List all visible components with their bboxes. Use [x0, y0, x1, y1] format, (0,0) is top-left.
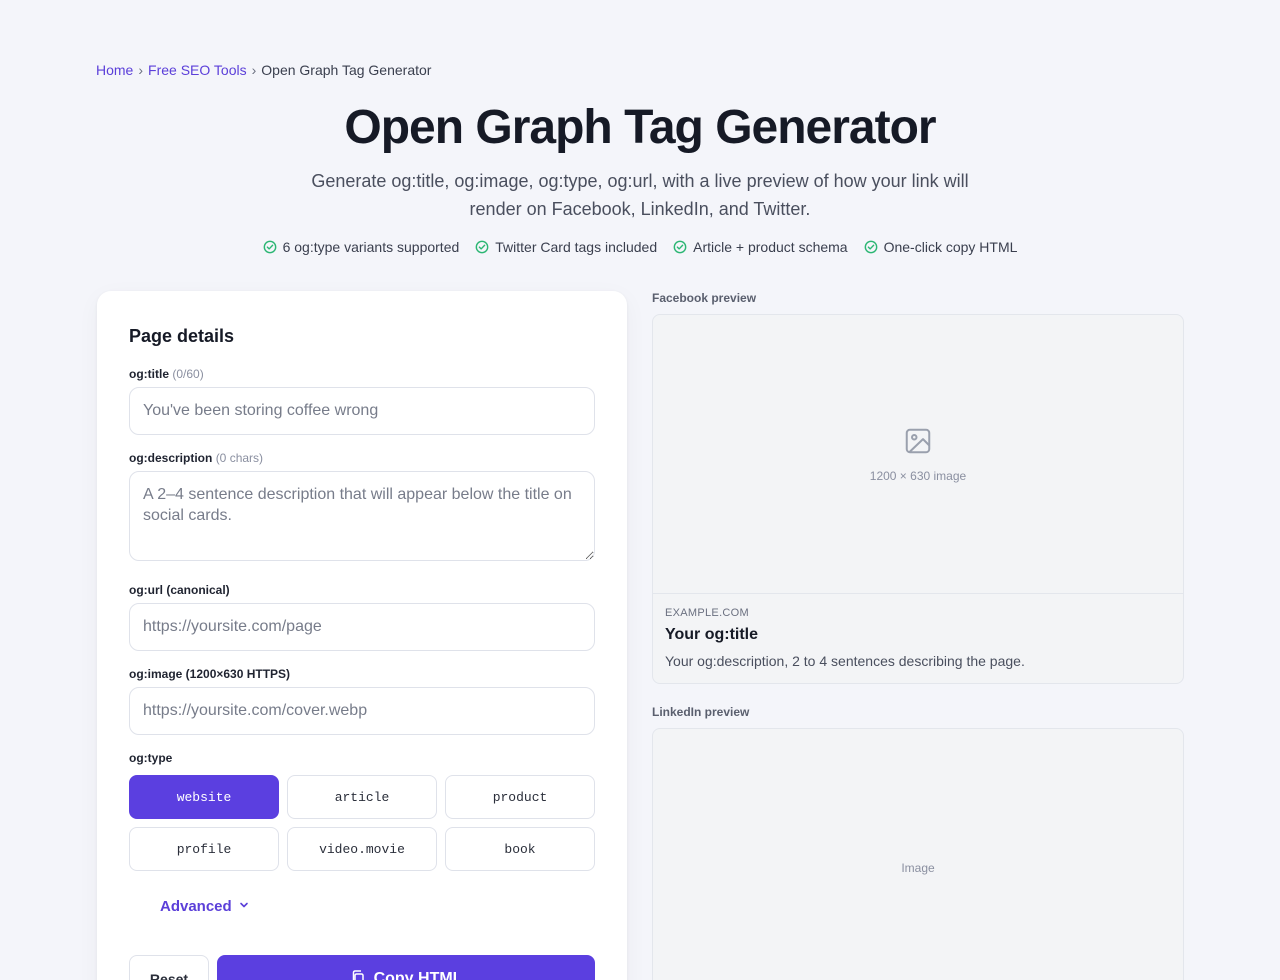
facebook-preview-card: 1200 × 630 image EXAMPLE.COM Your og:tit…: [652, 314, 1184, 684]
og-type-option-profile[interactable]: profile: [129, 827, 279, 871]
linkedin-preview-label: LinkedIn preview: [652, 705, 750, 719]
og-image-input[interactable]: [129, 687, 595, 735]
facebook-preview-image: 1200 × 630 image: [653, 315, 1183, 594]
copy-icon: [350, 969, 366, 980]
og-description-char-count: (0 chars): [215, 451, 264, 465]
og-description-textarea[interactable]: [129, 471, 595, 561]
linkedin-image-caption: Image: [901, 861, 935, 875]
og-title-char-count: (0/60): [172, 367, 204, 381]
page-title: Open Graph Tag Generator: [344, 101, 936, 154]
og-title-input[interactable]: [129, 387, 595, 435]
facebook-preview-label: Facebook preview: [652, 291, 757, 305]
og-url-label: og:url (canonical): [129, 583, 230, 597]
feature-text: Article + product schema: [693, 239, 848, 255]
facebook-preview-domain: EXAMPLE.COM: [665, 607, 749, 619]
advanced-toggle-label: Advanced: [160, 898, 232, 915]
og-type-option-video-movie[interactable]: video.movie: [287, 827, 437, 871]
og-title-label-text: og:title: [129, 367, 169, 381]
feature-item: 6 og:type variants supported: [263, 239, 460, 255]
check-circle-icon: [864, 240, 878, 254]
og-title-label: og:title (0/60): [129, 367, 204, 381]
feature-list: 6 og:type variants supported Twitter Car…: [0, 239, 1280, 255]
breadcrumb: Home › Free SEO Tools › Open Graph Tag G…: [96, 62, 431, 78]
og-type-option-book[interactable]: book: [445, 827, 595, 871]
linkedin-preview-card: Image: [652, 728, 1184, 980]
og-type-option-product[interactable]: product: [445, 775, 595, 819]
image-placeholder-icon: [903, 426, 933, 461]
breadcrumb-separator: ›: [251, 62, 257, 78]
facebook-preview-description: Your og:description, 2 to 4 sentences de…: [665, 653, 1025, 669]
breadcrumb-separator: ›: [138, 62, 144, 78]
breadcrumb-current: Open Graph Tag Generator: [261, 62, 432, 78]
og-url-input[interactable]: [129, 603, 595, 651]
facebook-image-caption: 1200 × 630 image: [869, 468, 967, 483]
og-type-option-website[interactable]: website: [129, 775, 279, 819]
copy-html-label: Copy HTML: [373, 970, 463, 980]
breadcrumb-home-link[interactable]: Home: [96, 62, 133, 78]
reset-button[interactable]: Reset: [129, 955, 209, 980]
feature-item: One-click copy HTML: [864, 239, 1018, 255]
check-circle-icon: [673, 240, 687, 254]
page-details-card: Page details og:title (0/60) og:descript…: [97, 291, 627, 980]
og-image-label: og:image (1200×630 HTTPS): [129, 667, 291, 681]
og-type-label: og:type: [129, 751, 173, 765]
chevron-down-icon: [238, 898, 250, 915]
feature-text: Twitter Card tags included: [495, 239, 658, 255]
feature-item: Article + product schema: [673, 239, 848, 255]
feature-item: Twitter Card tags included: [475, 239, 657, 255]
og-description-label: og:description (0 chars): [129, 451, 263, 465]
feature-text: 6 og:type variants supported: [282, 239, 460, 255]
advanced-toggle[interactable]: Advanced: [160, 898, 250, 915]
card-heading: Page details: [129, 326, 235, 346]
facebook-preview-title: Your og:title: [665, 626, 759, 643]
feature-text: One-click copy HTML: [883, 239, 1018, 255]
copy-html-button[interactable]: Copy HTML: [217, 955, 595, 980]
linkedin-preview-image: Image: [653, 729, 1183, 980]
breadcrumb-section-link[interactable]: Free SEO Tools: [148, 62, 247, 78]
og-description-label-text: og:description: [129, 451, 213, 465]
check-circle-icon: [475, 240, 489, 254]
og-type-selector: website article product profile video.mo…: [129, 775, 595, 871]
check-circle-icon: [263, 240, 277, 254]
og-type-option-article[interactable]: article: [287, 775, 437, 819]
page-subtitle: Generate og:title, og:image, og:type, og…: [311, 171, 969, 219]
